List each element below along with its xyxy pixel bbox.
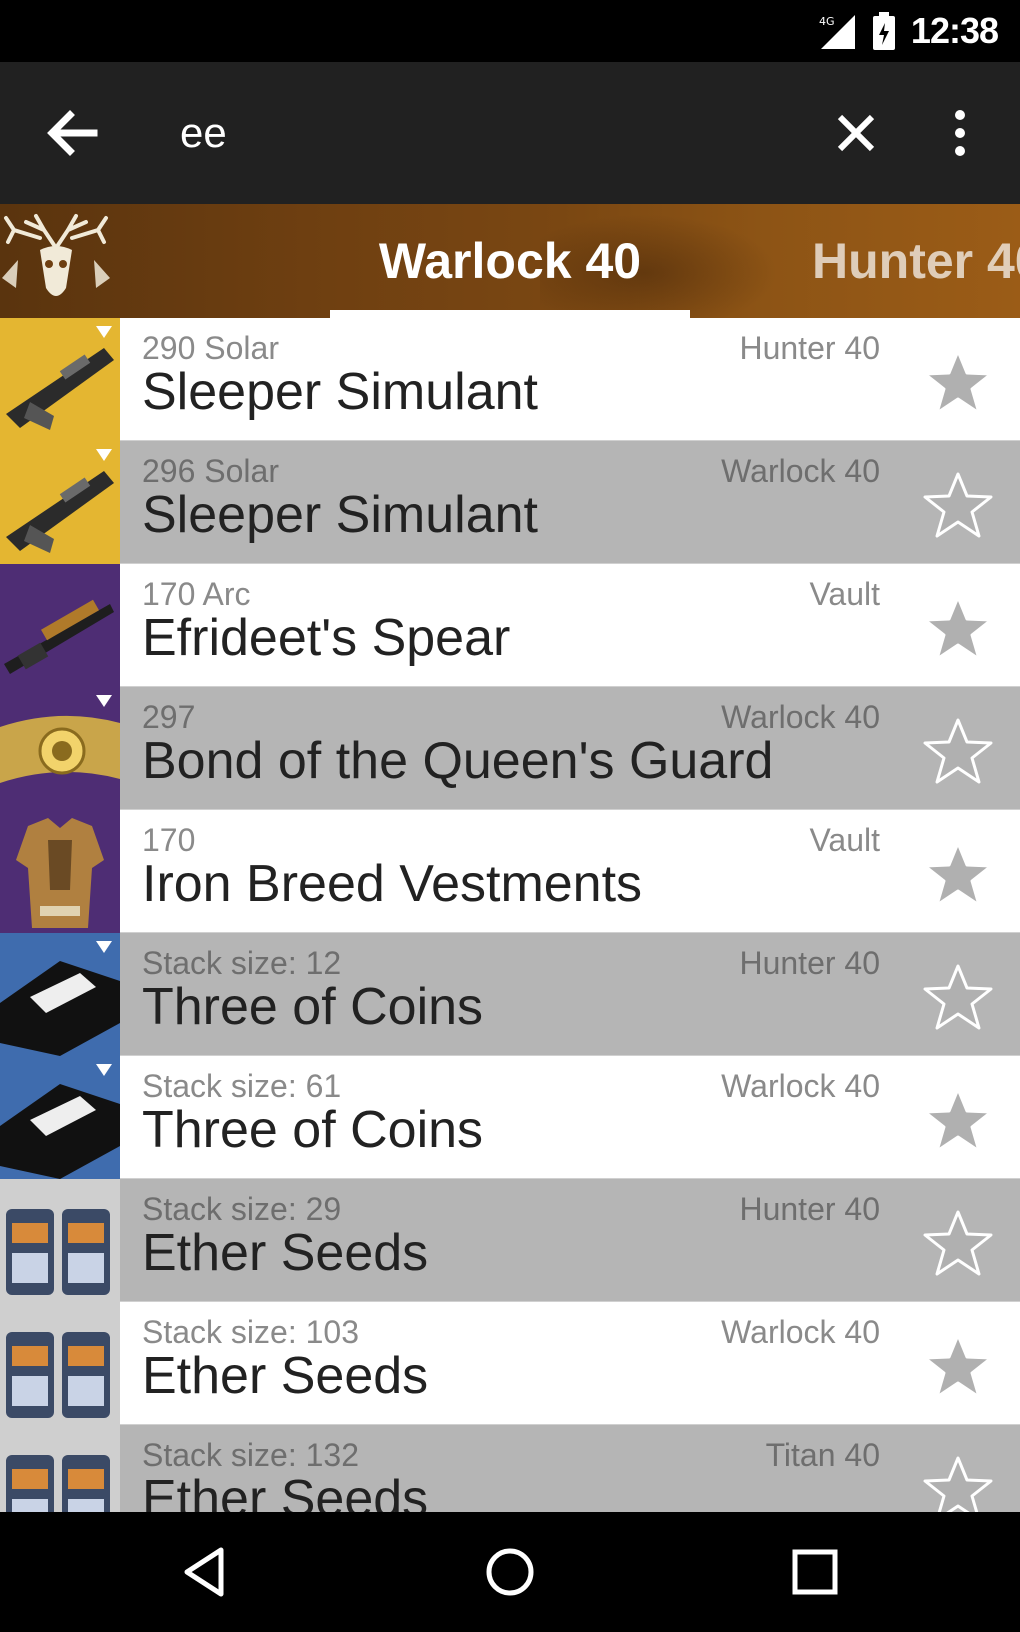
more-vert-icon xyxy=(955,110,965,156)
search-input[interactable] xyxy=(180,102,780,164)
active-tab-indicator xyxy=(330,310,690,318)
item-thumbnail xyxy=(0,318,120,441)
item-location: Warlock 40 xyxy=(721,453,880,489)
ether-seeds-icon xyxy=(6,1332,110,1418)
item-name: Ether Seeds xyxy=(142,1224,429,1282)
rifle-icon xyxy=(6,449,114,553)
nav-home-button[interactable] xyxy=(460,1532,560,1612)
item-location: Warlock 40 xyxy=(721,1068,880,1104)
item-location: Warlock 40 xyxy=(721,1314,880,1350)
coins-icon xyxy=(0,1064,120,1179)
favorite-star-icon[interactable] xyxy=(922,840,994,908)
item-row[interactable]: 290 Solar Hunter 40 Sleeper Simulant xyxy=(0,318,1020,441)
arrow-back-icon xyxy=(47,110,98,156)
item-row[interactable]: 297 Warlock 40 Bond of the Queen's Guard xyxy=(0,687,1020,810)
battery-icon xyxy=(872,12,895,50)
ether-seeds-icon xyxy=(6,1209,110,1295)
item-name: Sleeper Simulant xyxy=(142,363,538,421)
nav-recents-icon xyxy=(792,1549,838,1595)
item-name: Sleeper Simulant xyxy=(142,486,538,544)
status-bar: 4G 12:38 xyxy=(0,0,1020,62)
item-location: Hunter 40 xyxy=(739,1191,880,1227)
item-row[interactable]: 170 Arc Vault Efrideet's Spear xyxy=(0,564,1020,687)
item-row[interactable]: 170 Vault Iron Breed Vestments xyxy=(0,810,1020,933)
favorite-star-icon[interactable] xyxy=(922,1455,994,1512)
character-tab-bar: Warlock 40 Hunter 40 xyxy=(0,204,1020,318)
item-row[interactable]: Stack size: 61 Warlock 40 Three of Coins xyxy=(0,1056,1020,1179)
item-name: Three of Coins xyxy=(142,1101,484,1159)
tab-warlock[interactable]: Warlock 40 xyxy=(330,204,690,318)
system-navigation-bar xyxy=(0,1512,1020,1632)
rifle-icon xyxy=(6,326,114,430)
item-name: Efrideet's Spear xyxy=(142,609,511,667)
item-name: Bond of the Queen's Guard xyxy=(142,732,774,790)
status-time: 12:38 xyxy=(910,10,999,51)
warlock-bond-icon xyxy=(0,695,120,783)
item-location: Vault xyxy=(809,822,880,858)
item-row[interactable]: Stack size: 29 Hunter 40 Ether Seeds xyxy=(0,1179,1020,1302)
item-row[interactable]: Stack size: 12 Hunter 40 Three of Coins xyxy=(0,933,1020,1056)
item-thumbnail xyxy=(0,441,120,564)
nav-home-icon xyxy=(486,1548,534,1596)
item-location: Hunter 40 xyxy=(739,330,880,366)
item-list[interactable]: 290 Solar Hunter 40 Sleeper Simulant 296 So… xyxy=(0,318,1020,1512)
item-name: Iron Breed Vestments xyxy=(142,855,643,913)
clear-search-button[interactable] xyxy=(820,98,892,168)
item-row[interactable]: Stack size: 132 Titan 40 Ether Seeds xyxy=(0,1425,1020,1512)
status-icons: 4G 12:38 xyxy=(817,10,999,52)
item-thumbnail xyxy=(0,1179,120,1302)
item-name: Ether Seeds xyxy=(142,1347,429,1405)
favorite-star-icon[interactable] xyxy=(922,471,994,539)
ether-seeds-icon xyxy=(6,1455,110,1512)
item-location: Hunter 40 xyxy=(739,945,880,981)
overflow-menu-button[interactable] xyxy=(925,98,995,168)
favorite-star-icon[interactable] xyxy=(922,1086,994,1154)
item-thumbnail xyxy=(0,564,120,687)
item-name: Three of Coins xyxy=(142,978,484,1036)
item-thumbnail xyxy=(0,933,120,1056)
favorite-star-icon[interactable] xyxy=(922,594,994,662)
item-row[interactable]: Stack size: 103 Warlock 40 Ether Seeds xyxy=(0,1302,1020,1425)
favorite-star-icon[interactable] xyxy=(922,717,994,785)
item-thumbnail xyxy=(0,1056,120,1179)
coins-icon xyxy=(0,941,120,1056)
favorite-star-icon[interactable] xyxy=(922,1332,994,1400)
close-icon xyxy=(837,114,875,152)
tab-hunter[interactable]: Hunter 40 xyxy=(812,204,1020,318)
favorite-star-icon[interactable] xyxy=(922,963,994,1031)
character-emblem-icon xyxy=(2,214,110,296)
chest-armor-icon xyxy=(16,818,104,928)
nav-back-icon xyxy=(184,1547,224,1597)
favorite-star-icon[interactable] xyxy=(922,1209,994,1277)
search-toolbar xyxy=(0,62,1020,204)
item-location: Titan 40 xyxy=(765,1437,880,1473)
item-thumbnail xyxy=(0,810,120,933)
signal-icon: 4G xyxy=(819,15,855,49)
back-button[interactable] xyxy=(30,98,114,168)
favorite-star-icon[interactable] xyxy=(922,348,994,416)
nav-back-button[interactable] xyxy=(155,1532,255,1612)
item-name: Ether Seeds xyxy=(142,1470,429,1512)
item-thumbnail xyxy=(0,687,120,810)
item-thumbnail xyxy=(0,1425,120,1512)
item-thumbnail xyxy=(0,1302,120,1425)
svg-text:4G: 4G xyxy=(819,15,835,28)
nav-recents-button[interactable] xyxy=(765,1532,865,1612)
item-row[interactable]: 296 Solar Warlock 40 Sleeper Simulant xyxy=(0,441,1020,564)
item-location: Vault xyxy=(809,576,880,612)
sniper-rifle-icon xyxy=(4,599,114,674)
